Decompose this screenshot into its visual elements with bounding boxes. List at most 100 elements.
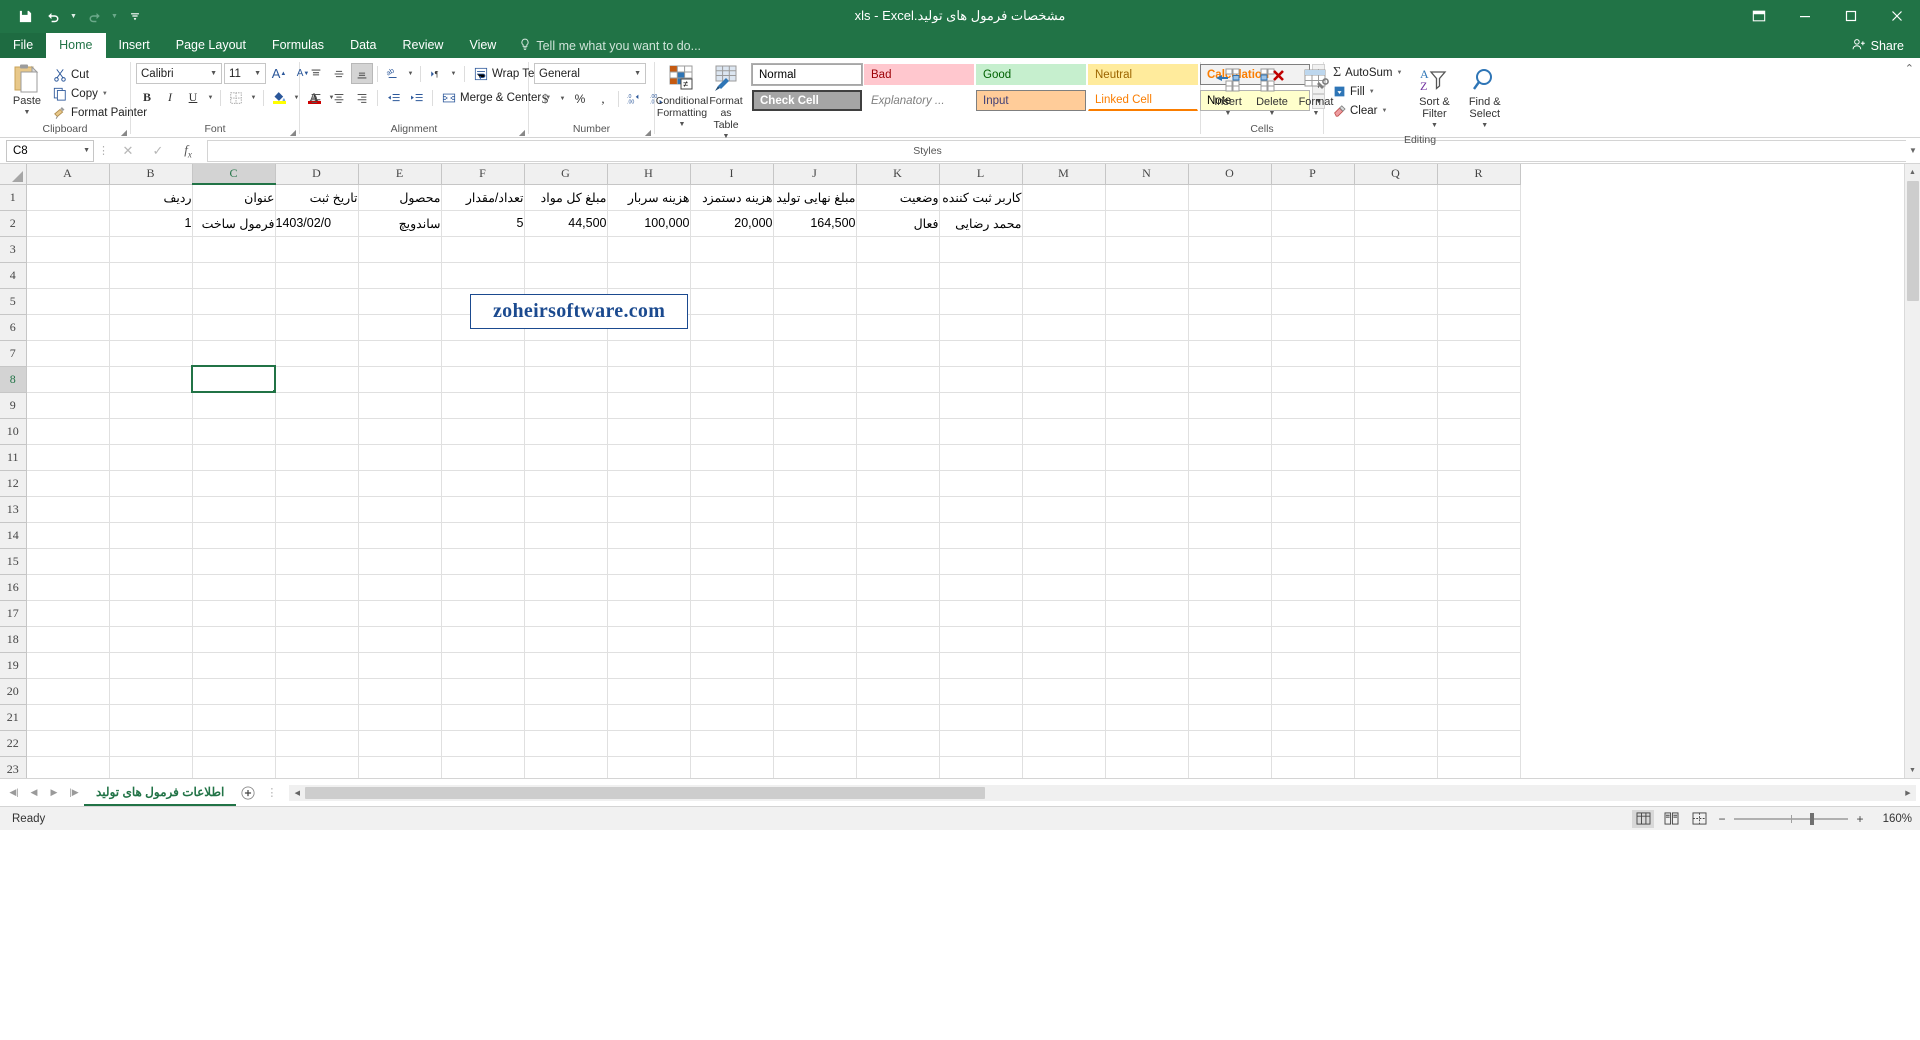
cell-c15[interactable] — [192, 548, 276, 575]
cell-g3[interactable] — [524, 236, 608, 263]
cell-p13[interactable] — [1271, 496, 1355, 523]
cell-c17[interactable] — [192, 600, 276, 627]
cell-b1[interactable]: ردیف — [109, 184, 193, 211]
cell-l7[interactable] — [939, 340, 1023, 367]
cell-m9[interactable] — [1022, 392, 1106, 419]
cell-f4[interactable] — [441, 262, 525, 289]
cell-i10[interactable] — [690, 418, 774, 445]
cell-f19[interactable] — [441, 652, 525, 679]
cell-l14[interactable] — [939, 522, 1023, 549]
cell-f12[interactable] — [441, 470, 525, 497]
underline-dropdown-icon[interactable]: ▼ — [205, 87, 216, 108]
cell-f18[interactable] — [441, 626, 525, 653]
cell-o8[interactable] — [1188, 366, 1272, 393]
cell-c13[interactable] — [192, 496, 276, 523]
page-break-view-icon[interactable] — [1688, 810, 1710, 828]
conditional-formatting-button[interactable]: ≠ Conditional Formatting ▼ — [656, 61, 708, 133]
cell-i13[interactable] — [690, 496, 774, 523]
cell-p3[interactable] — [1271, 236, 1355, 263]
column-header-k[interactable]: K — [856, 164, 940, 185]
cell-r1[interactable] — [1437, 184, 1521, 211]
ribbon-display-options-icon[interactable] — [1736, 0, 1782, 32]
cell-m15[interactable] — [1022, 548, 1106, 575]
cell-d13[interactable] — [275, 496, 359, 523]
row-header-7[interactable]: 7 — [0, 340, 27, 367]
cell-k16[interactable] — [856, 574, 940, 601]
cell-e19[interactable] — [358, 652, 442, 679]
row-header-1[interactable]: 1 — [0, 184, 27, 211]
column-header-d[interactable]: D — [275, 164, 359, 185]
cell-a1[interactable] — [26, 184, 110, 211]
cell-h21[interactable] — [607, 704, 691, 731]
cell-c7[interactable] — [192, 340, 276, 367]
cell-b2[interactable]: 1 — [109, 210, 193, 237]
cell-a10[interactable] — [26, 418, 110, 445]
cell-n4[interactable] — [1105, 262, 1189, 289]
cell-style-normal[interactable]: Normal — [751, 63, 863, 86]
expand-formula-bar-icon[interactable]: ▼ — [1906, 146, 1920, 155]
cell-c8-selected[interactable] — [191, 365, 276, 393]
tab-review[interactable]: Review — [389, 33, 456, 58]
cell-g12[interactable] — [524, 470, 608, 497]
column-header-b[interactable]: B — [109, 164, 193, 185]
cell-q3[interactable] — [1354, 236, 1438, 263]
cell-o14[interactable] — [1188, 522, 1272, 549]
cell-b11[interactable] — [109, 444, 193, 471]
cell-g4[interactable] — [524, 262, 608, 289]
prev-sheet-icon[interactable]: ◀ — [24, 782, 44, 804]
cell-r20[interactable] — [1437, 678, 1521, 705]
align-right-icon[interactable] — [351, 87, 373, 108]
cell-l4[interactable] — [939, 262, 1023, 289]
cell-i12[interactable] — [690, 470, 774, 497]
cell-l9[interactable] — [939, 392, 1023, 419]
number-format-combo[interactable]: General ▼ — [534, 63, 646, 84]
cell-b15[interactable] — [109, 548, 193, 575]
sheet-tab-splitter[interactable]: ⋮ — [266, 786, 277, 799]
cell-i19[interactable] — [690, 652, 774, 679]
cell-l19[interactable] — [939, 652, 1023, 679]
tell-me-search[interactable]: Tell me what you want to do... — [509, 34, 711, 58]
cell-m1[interactable] — [1022, 184, 1106, 211]
cell-f20[interactable] — [441, 678, 525, 705]
cell-i7[interactable] — [690, 340, 774, 367]
cell-k21[interactable] — [856, 704, 940, 731]
cell-m8[interactable] — [1022, 366, 1106, 393]
cell-r4[interactable] — [1437, 262, 1521, 289]
cell-g9[interactable] — [524, 392, 608, 419]
row-header-5[interactable]: 5 — [0, 288, 27, 315]
cell-i2[interactable]: 20,000 — [690, 210, 774, 237]
align-bottom-icon[interactable] — [351, 63, 373, 84]
cell-r8[interactable] — [1437, 366, 1521, 393]
cell-a15[interactable] — [26, 548, 110, 575]
cell-g21[interactable] — [524, 704, 608, 731]
row-header-10[interactable]: 10 — [0, 418, 27, 445]
cell-r11[interactable] — [1437, 444, 1521, 471]
cell-p17[interactable] — [1271, 600, 1355, 627]
cell-l17[interactable] — [939, 600, 1023, 627]
cell-g7[interactable] — [524, 340, 608, 367]
cell-g18[interactable] — [524, 626, 608, 653]
cell-g14[interactable] — [524, 522, 608, 549]
cell-k1[interactable]: وضعیت — [856, 184, 940, 211]
cell-m6[interactable] — [1022, 314, 1106, 341]
cell-q5[interactable] — [1354, 288, 1438, 315]
column-header-c[interactable]: C — [192, 164, 276, 185]
cell-h14[interactable] — [607, 522, 691, 549]
format-as-table-button[interactable]: Format as Table ▼ — [704, 61, 748, 145]
text-direction-icon[interactable]: ¶ — [425, 63, 447, 84]
cell-p12[interactable] — [1271, 470, 1355, 497]
cell-r15[interactable] — [1437, 548, 1521, 575]
cell-l20[interactable] — [939, 678, 1023, 705]
cell-d7[interactable] — [275, 340, 359, 367]
cell-k10[interactable] — [856, 418, 940, 445]
cell-r2[interactable] — [1437, 210, 1521, 237]
vertical-scrollbar[interactable]: ▲ ▼ — [1904, 164, 1920, 778]
cell-k23[interactable] — [856, 756, 940, 778]
cell-d17[interactable] — [275, 600, 359, 627]
undo-icon[interactable] — [40, 4, 66, 28]
cell-j12[interactable] — [773, 470, 857, 497]
cell-i4[interactable] — [690, 262, 774, 289]
cell-q8[interactable] — [1354, 366, 1438, 393]
cell-k3[interactable] — [856, 236, 940, 263]
collapse-ribbon-icon[interactable]: ⌃ — [1905, 62, 1914, 75]
